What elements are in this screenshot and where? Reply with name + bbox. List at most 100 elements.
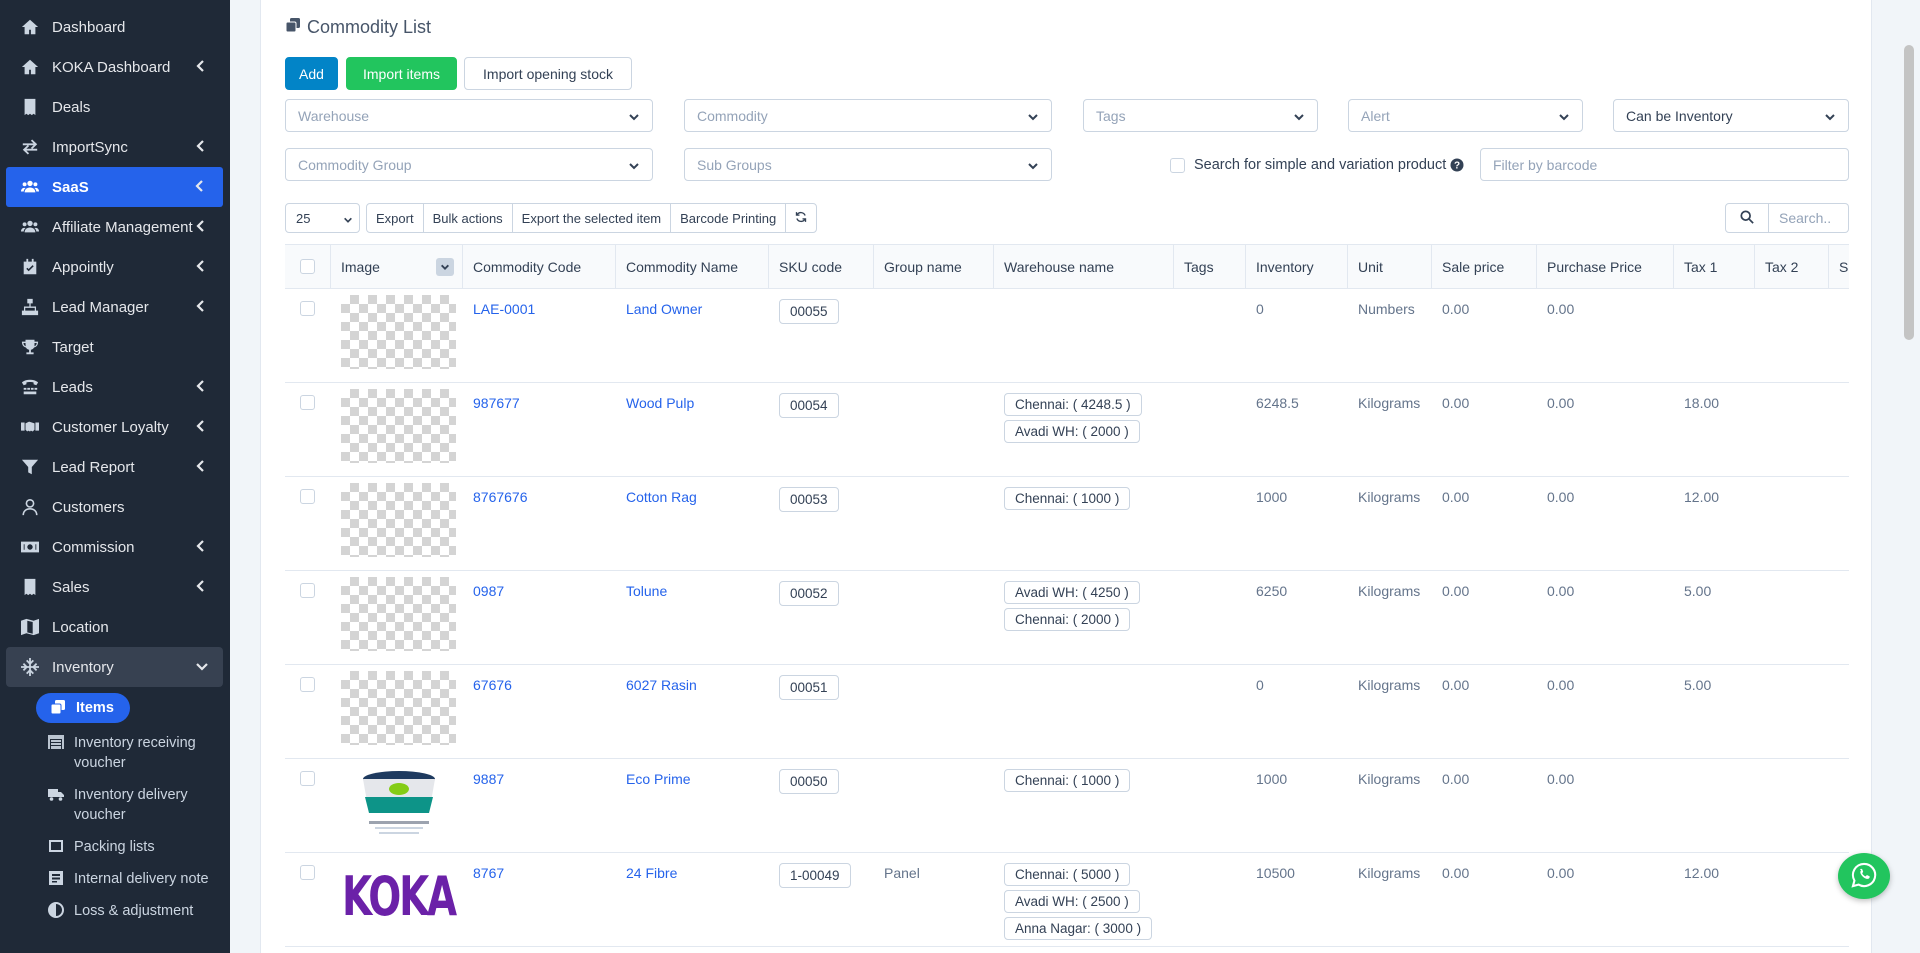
row-checkbox[interactable]	[300, 771, 315, 786]
column-header-s[interactable]: S	[1829, 245, 1848, 288]
column-header-tags[interactable]: Tags	[1174, 245, 1246, 288]
commodity-code-link[interactable]: 67676	[473, 677, 512, 693]
select-all-checkbox[interactable]	[300, 259, 315, 274]
sidebar-item-leads[interactable]: Leads	[0, 367, 230, 407]
subnav-item-loss-and-adjustment[interactable]: Loss & adjustment	[0, 895, 230, 927]
sale-price-cell: 0.00	[1442, 583, 1470, 599]
row-checkbox[interactable]	[300, 489, 315, 504]
commodity-name-link[interactable]: 6027 Rasin	[626, 677, 697, 693]
product-image-placeholder[interactable]	[341, 295, 456, 369]
subnav-item-items[interactable]: Items	[36, 693, 130, 723]
commodity-name-link[interactable]: Cotton Rag	[626, 489, 697, 505]
refresh-button[interactable]	[785, 203, 818, 233]
column-header-sale-price[interactable]: Sale price	[1432, 245, 1537, 288]
column-toggle-button[interactable]	[436, 258, 454, 276]
barcode-filter-input[interactable]: Filter by barcode	[1480, 148, 1849, 181]
tags-select[interactable]: Tags	[1083, 99, 1318, 132]
product-image-placeholder[interactable]	[341, 671, 456, 745]
sidebar-item-target[interactable]: Target	[0, 327, 230, 367]
user-icon	[20, 497, 40, 517]
row-checkbox[interactable]	[300, 395, 315, 410]
row-checkbox[interactable]	[300, 677, 315, 692]
subnav-item-internal-delivery-note[interactable]: Internal delivery note	[0, 863, 230, 895]
add-button[interactable]: Add	[285, 57, 338, 90]
column-header-tax-1[interactable]: Tax 1	[1674, 245, 1755, 288]
commodity-code-link[interactable]: 8767676	[473, 489, 528, 505]
export-button[interactable]: Export	[366, 203, 424, 233]
sidebar-item-sales[interactable]: Sales	[0, 567, 230, 607]
column-header-sku-code[interactable]: SKU code	[769, 245, 874, 288]
sidebar-item-label: Deals	[52, 98, 91, 116]
import-opening-stock-button[interactable]: Import opening stock	[464, 57, 632, 90]
column-header-tax-2[interactable]: Tax 2	[1755, 245, 1829, 288]
commodity-code-link[interactable]: 0987	[473, 583, 504, 599]
export-selected-button[interactable]: Export the selected item	[511, 203, 672, 233]
sidebar-item-deals[interactable]: Deals	[0, 87, 230, 127]
page-scrollbar[interactable]	[1904, 45, 1914, 340]
sidebar-item-affiliate-management[interactable]: Affiliate Management	[0, 207, 230, 247]
sidebar-item-saas[interactable]: SaaS	[6, 167, 223, 207]
commodity-code-link[interactable]: 987677	[473, 395, 520, 411]
commodity-group-select[interactable]: Commodity Group	[285, 148, 653, 181]
sub-groups-select[interactable]: Sub Groups	[684, 148, 1052, 181]
sidebar-item-lead-report[interactable]: Lead Report	[0, 447, 230, 487]
can-be-inventory-select[interactable]: Can be Inventory	[1613, 99, 1849, 132]
commodity-name-link[interactable]: Land Owner	[626, 301, 702, 317]
column-header-unit[interactable]: Unit	[1348, 245, 1432, 288]
column-header-commodity-name[interactable]: Commodity Name	[616, 245, 769, 288]
alert-select[interactable]: Alert	[1348, 99, 1583, 132]
subnav-item-inventory-receiving-voucher[interactable]: Inventory receiving voucher	[0, 727, 230, 779]
commodity-code-link[interactable]: 8767	[473, 865, 504, 881]
sidebar-item-customers[interactable]: Customers	[0, 487, 230, 527]
sidebar-item-customer-loyalty[interactable]: Customer Loyalty	[0, 407, 230, 447]
page-size-select[interactable]: 25	[285, 203, 360, 233]
sidebar-item-label: Affiliate Management	[52, 218, 193, 236]
column-header-warehouse-name[interactable]: Warehouse name	[994, 245, 1174, 288]
commodity-name-link[interactable]: Tolune	[626, 583, 667, 599]
sidebar-item-importsync[interactable]: ImportSync	[0, 127, 230, 167]
subnav-item-inventory-delivery-voucher[interactable]: Inventory delivery voucher	[0, 779, 230, 831]
search-button[interactable]	[1725, 203, 1769, 233]
commodity-code-cell: 0987	[463, 571, 616, 664]
bulk-actions-button[interactable]: Bulk actions	[422, 203, 513, 233]
sidebar-item-dashboard[interactable]: Dashboard	[0, 7, 230, 47]
sidebar-item-appointly[interactable]: Appointly	[0, 247, 230, 287]
sidebar-item-commission[interactable]: Commission	[0, 527, 230, 567]
sidebar-item-location[interactable]: Location	[0, 607, 230, 647]
commodity-name-link[interactable]: Wood Pulp	[626, 395, 694, 411]
column-header-image[interactable]: Image	[331, 245, 463, 288]
row-checkbox[interactable]	[300, 865, 315, 880]
sidebar-item-label: Customers	[52, 498, 125, 516]
import-items-button[interactable]: Import items	[346, 57, 457, 90]
column-header-inventory[interactable]: Inventory	[1246, 245, 1348, 288]
purchase-price-cell: 0.00	[1547, 677, 1575, 693]
product-image-placeholder[interactable]	[341, 389, 456, 463]
sidebar-item-label: Lead Report	[52, 458, 135, 476]
column-header-purchase-price[interactable]: Purchase Price	[1537, 245, 1674, 288]
whatsapp-button[interactable]	[1838, 853, 1890, 899]
column-header-commodity-code[interactable]: Commodity Code	[463, 245, 616, 288]
search-input[interactable]: Search..	[1769, 203, 1849, 233]
product-image[interactable]	[341, 765, 456, 839]
trophy-icon	[20, 337, 40, 357]
barcode-printing-button[interactable]: Barcode Printing	[670, 203, 787, 233]
commodity-name-link[interactable]: 24 Fibre	[626, 865, 677, 881]
product-image-placeholder[interactable]	[341, 577, 456, 651]
sidebar-item-lead-manager[interactable]: Lead Manager	[0, 287, 230, 327]
koka-logo-image[interactable]: KOKA	[341, 859, 457, 933]
commodity-code-link[interactable]: LAE-0001	[473, 301, 535, 317]
simple-variation-checkbox[interactable]	[1170, 157, 1185, 173]
commodity-select[interactable]: Commodity	[684, 99, 1052, 132]
row-checkbox[interactable]	[300, 301, 315, 316]
sidebar-item-koka-dashboard[interactable]: KOKA Dashboard	[0, 47, 230, 87]
sidebar-item-inventory[interactable]: Inventory	[6, 647, 223, 687]
warehouse-select[interactable]: Warehouse	[285, 99, 653, 132]
tax2-cell	[1755, 571, 1829, 664]
commodity-code-link[interactable]: 9887	[473, 771, 504, 787]
commodity-name-link[interactable]: Eco Prime	[626, 771, 691, 787]
row-checkbox[interactable]	[300, 583, 315, 598]
subnav-item-label: Inventory receiving voucher	[74, 735, 196, 771]
subnav-item-packing-lists[interactable]: Packing lists	[0, 831, 230, 863]
column-header-group-name[interactable]: Group name	[874, 245, 994, 288]
product-image-placeholder[interactable]	[341, 483, 456, 557]
